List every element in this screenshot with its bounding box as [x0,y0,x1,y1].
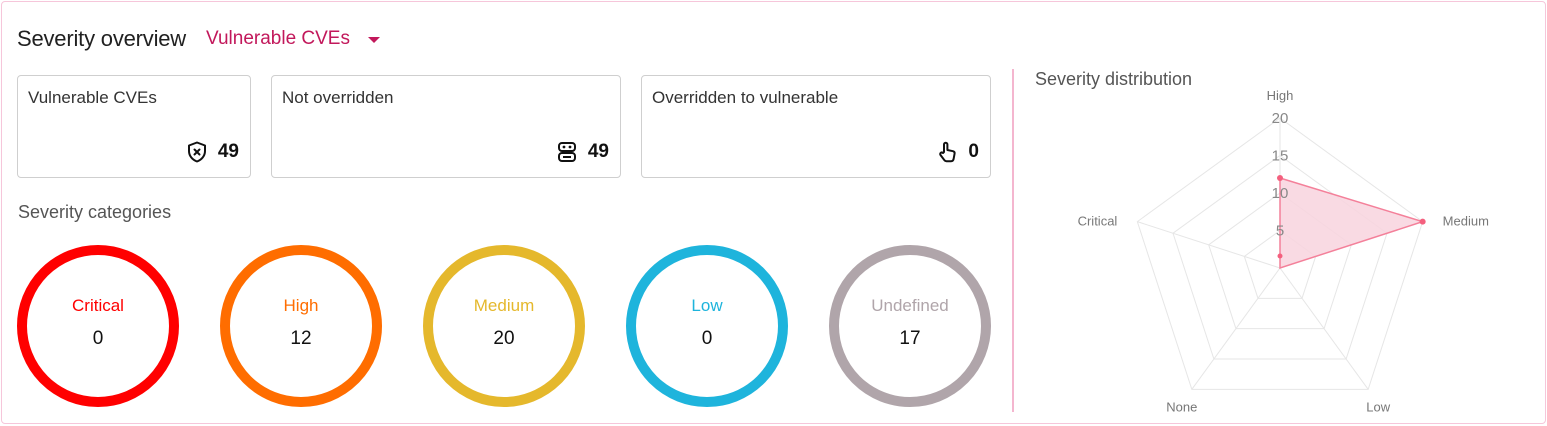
radar-tick-label: 5 [1276,223,1284,240]
radar-axis-label: Critical [1078,214,1118,229]
high-ring: High 12 [220,245,382,407]
radar-data-point [1277,175,1283,181]
ring-label: Medium [473,296,535,315]
card-stat: 49 [185,140,239,164]
card-title: Not overridden [282,88,394,107]
card-stat: 0 [935,140,979,164]
panel-title: Severity overview [17,26,186,51]
radar-axis-label: High [1267,88,1294,103]
shield-x-icon [185,140,209,164]
card-stat: 49 [555,140,609,164]
radar-tick-label: 20 [1272,110,1289,127]
radar-data-point [1419,218,1426,225]
radar-axis-label: None [1166,399,1197,412]
view-dropdown[interactable]: Vulnerable CVEs [206,28,380,50]
caret-down-icon[interactable] [367,37,380,43]
dropdown-selected-value[interactable]: Vulnerable CVEs [206,28,350,50]
ring-label: Undefined [871,296,949,315]
medium-ring: Medium 20 [423,245,585,407]
radar-axis-label: Low [1366,399,1390,412]
radar-series-area [1279,176,1426,270]
hand-pointer-icon [935,140,959,164]
ring-label: Low [691,296,723,315]
radar-tick-label: 10 [1272,185,1289,202]
vulnerable-cves-card: Vulnerable CVEs 49 [17,75,251,178]
panel-header: Severity overview Vulnerable CVEs [17,24,380,54]
critical-ring: Critical 0 [17,245,179,407]
radar-data-point [1277,253,1283,259]
overridden-to-vulnerable-card: Overridden to vulnerable 0 [641,75,991,178]
low-ring: Low 0 [626,245,788,407]
section-divider [1012,69,1014,412]
ring-label: Critical [72,296,124,315]
severity-radar-chart: 5 10 15 20 High Medium Low None Critical [1078,88,1489,412]
ring-value: 0 [92,328,104,349]
robot-icon [555,140,579,164]
ring-value: 20 [493,328,515,349]
ring-value: 17 [899,328,921,349]
card-value: 49 [217,141,239,162]
ring-label: High [283,296,319,315]
card-value: 0 [968,141,979,162]
ring-value: 12 [290,328,312,349]
radar-axis-label: Medium [1443,214,1489,229]
not-overridden-card: Not overridden 49 [271,75,621,178]
severity-categories-title: Severity categories [18,202,172,222]
ring-value: 0 [701,328,713,349]
card-title: Vulnerable CVEs [28,88,157,107]
radar-spoke [1137,221,1281,269]
card-value: 49 [587,141,609,162]
radar-tick-label: 15 [1272,148,1289,165]
undefined-ring: Undefined 17 [829,245,991,407]
card-title: Overridden to vulnerable [652,88,839,107]
severity-overview-panel: Severity overview Vulnerable CVEs Vulner… [1,1,1546,424]
